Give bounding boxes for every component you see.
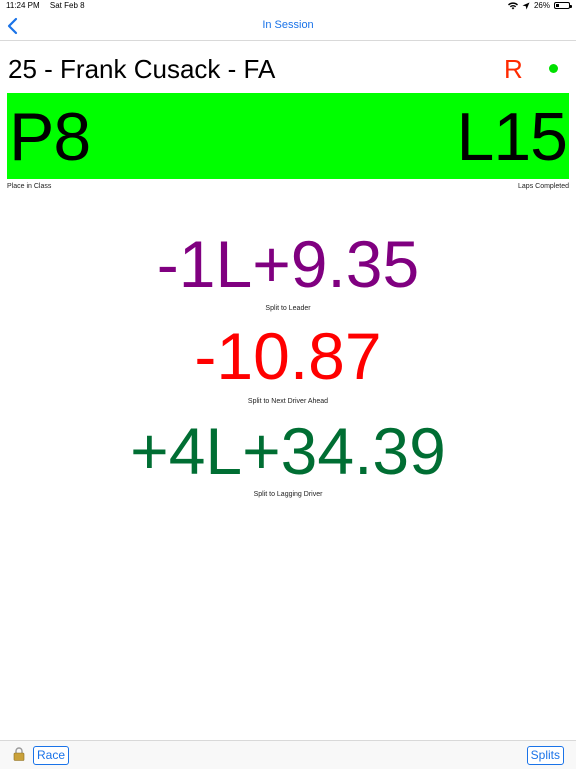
driver-header: 25 - Frank Cusack - FA R — [8, 52, 568, 86]
splits-button[interactable]: Splits — [526, 746, 564, 765]
status-dot — [549, 64, 558, 73]
split-to-leader-value: -1L+9.35 — [156, 227, 420, 301]
position-bar: P8 L15 — [7, 93, 569, 179]
status-right: 26% — [507, 1, 572, 10]
split-to-lagging-label: Split to Lagging Driver — [253, 491, 323, 498]
battery-level — [556, 4, 560, 7]
lock-icon[interactable] — [13, 747, 25, 761]
battery-percent: 26% — [533, 1, 550, 10]
flag-indicator: R — [504, 54, 523, 84]
status-bar: 11:24 PM Sat Feb 8 26% — [0, 0, 576, 12]
split-to-ahead-label: Split to Next Driver Ahead — [247, 398, 329, 405]
status-date: Sat Feb 8 — [49, 1, 85, 10]
navigation-bar: In Session — [0, 12, 576, 41]
laps-completed: L15 — [456, 99, 568, 175]
place-label: Place in Class — [7, 183, 52, 190]
driver-name: 25 - Frank Cusack - FA — [8, 54, 276, 84]
location-icon — [522, 2, 530, 9]
split-to-lagging-value: +4L+34.39 — [130, 414, 446, 488]
battery-icon — [554, 2, 572, 9]
split-to-ahead-value: -10.87 — [194, 319, 382, 393]
status-left: 11:24 PM Sat Feb 8 — [6, 1, 93, 10]
laps-label: Laps Completed — [518, 183, 569, 190]
place-in-class: P8 — [9, 99, 91, 175]
status-time: 11:24 PM — [6, 1, 40, 10]
race-button[interactable]: Race — [33, 746, 70, 765]
bottom-toolbar: Race Splits — [0, 740, 576, 769]
split-to-leader-label: Split to Leader — [265, 305, 311, 312]
wifi-icon — [507, 1, 518, 9]
nav-title: In Session — [262, 19, 314, 31]
